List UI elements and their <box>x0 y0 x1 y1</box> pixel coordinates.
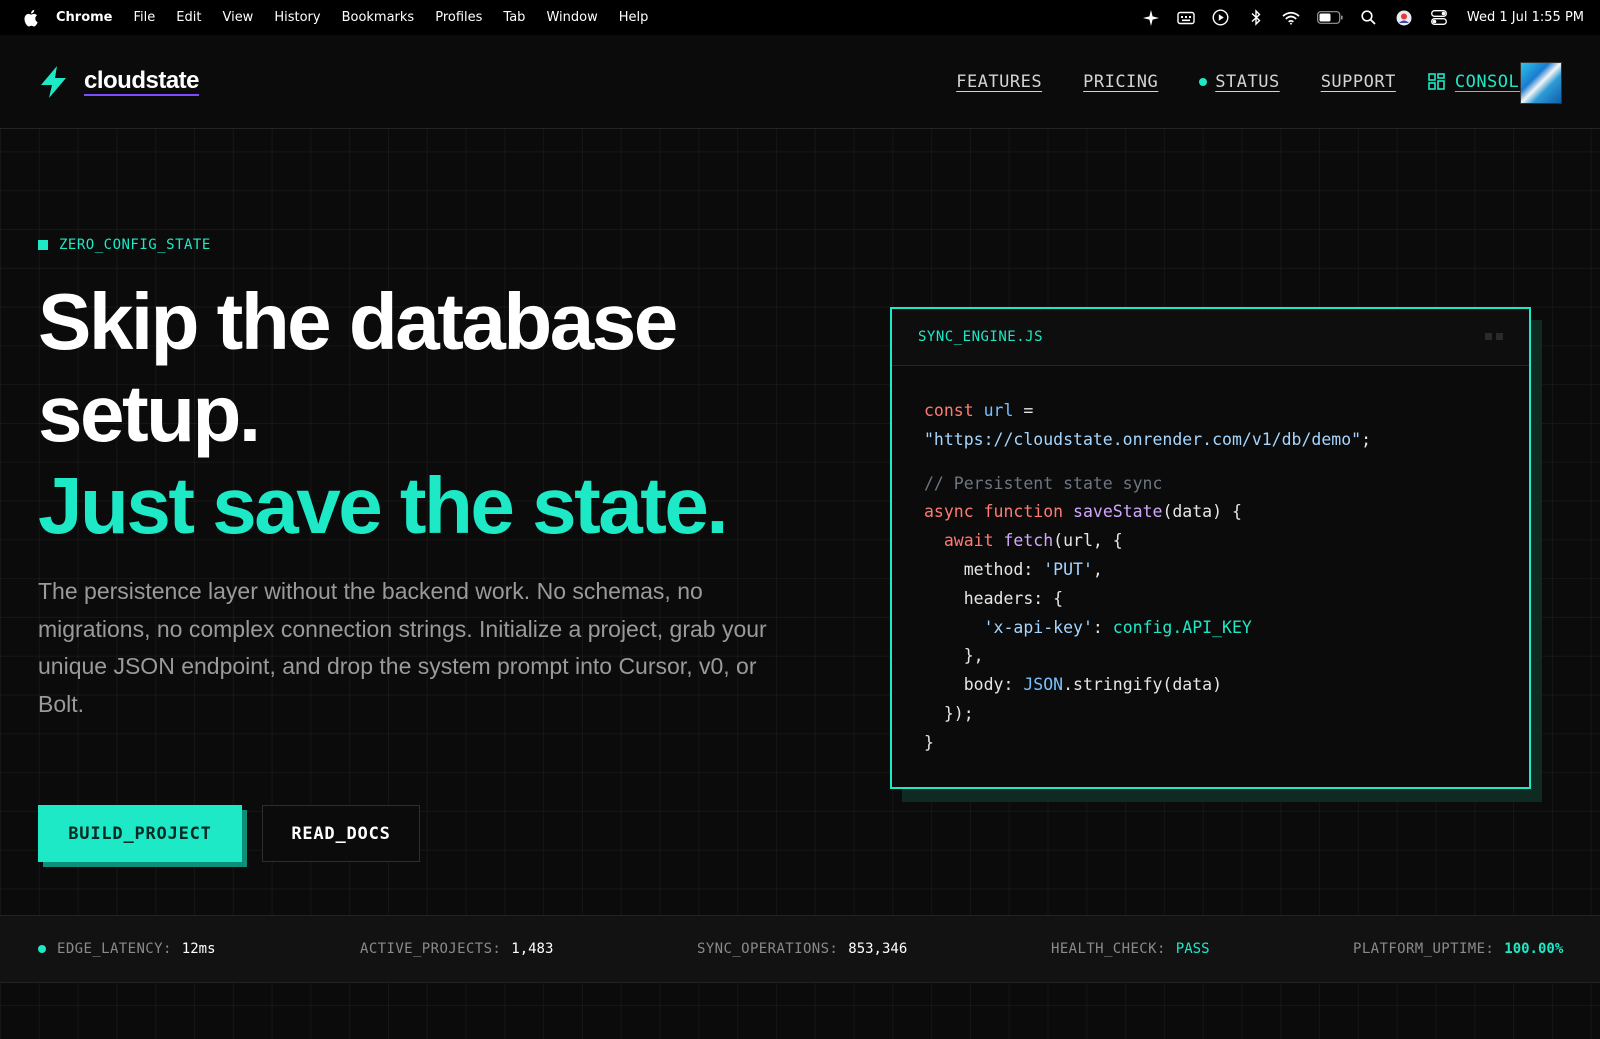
stat-health-check: HEALTH_CHECK: PASS <box>1051 941 1210 957</box>
read-docs-button[interactable]: READ_DOCS <box>262 805 420 862</box>
window-dots-icon <box>1485 333 1503 340</box>
keyboard-icon[interactable] <box>1177 9 1195 27</box>
control-center-icon[interactable] <box>1430 9 1448 27</box>
live-indicator-icon <box>38 945 46 953</box>
stat-value: 100.00% <box>1504 941 1564 957</box>
lightning-bolt-icon <box>41 66 66 98</box>
stat-label: EDGE_LATENCY: <box>57 941 172 957</box>
menu-window[interactable]: Window <box>546 10 597 25</box>
code-panel: SYNC_ENGINE.JS const url = "https://clou… <box>890 307 1531 789</box>
stat-label: HEALTH_CHECK: <box>1051 941 1166 957</box>
nav-console[interactable]: CONSOLE <box>1428 72 1530 92</box>
search-icon[interactable] <box>1360 9 1378 27</box>
stat-sync-operations: SYNC_OPERATIONS: 853,346 <box>697 941 907 957</box>
menu-profiles[interactable]: Profiles <box>435 10 482 25</box>
menu-file[interactable]: File <box>134 10 156 25</box>
stat-platform-uptime: PLATFORM_UPTIME: 100.00% <box>1353 941 1563 957</box>
hero-tag: ZERO_CONFIG_STATE <box>38 237 211 253</box>
menu-help[interactable]: Help <box>619 10 649 25</box>
code-snippet: const url = "https://cloudstate.onrender… <box>924 401 1372 752</box>
status-menus: Wed 1 Jul 1:55 PM <box>1142 0 1584 35</box>
stat-value: 1,483 <box>511 941 554 957</box>
nav-features[interactable]: FEATURES <box>956 72 1042 92</box>
nav-support[interactable]: SUPPORT <box>1321 72 1396 92</box>
menu-view[interactable]: View <box>222 10 253 25</box>
stat-active-projects: ACTIVE_PROJECTS: 1,483 <box>360 941 553 957</box>
nav-console-label: CONSOLE <box>1454 71 1530 92</box>
dashboard-grid-icon <box>1428 73 1445 90</box>
menu-history[interactable]: History <box>274 10 320 25</box>
hero-headline: Skip the database setup. Just save the s… <box>38 276 729 552</box>
tag-square-icon <box>38 240 48 250</box>
user-profile-icon[interactable] <box>1395 9 1413 27</box>
apple-menu-icon[interactable] <box>20 9 40 27</box>
play-icon[interactable] <box>1212 9 1230 27</box>
headline-line-2: setup. <box>38 369 261 458</box>
stats-bar: EDGE_LATENCY: 12ms ACTIVE_PROJECTS: 1,48… <box>0 915 1600 983</box>
code-filename: SYNC_ENGINE.JS <box>918 329 1044 345</box>
brand-logo[interactable]: cloudstate <box>38 65 200 99</box>
bluetooth-icon[interactable] <box>1247 9 1265 27</box>
build-project-button[interactable]: BUILD_PROJECT <box>38 805 242 862</box>
stat-edge-latency: EDGE_LATENCY: 12ms <box>38 941 216 957</box>
stat-label: PLATFORM_UPTIME: <box>1353 941 1495 957</box>
stat-value: 853,346 <box>848 941 908 957</box>
menu-edit[interactable]: Edit <box>176 10 201 25</box>
stat-value: PASS <box>1175 941 1210 957</box>
nav-pricing[interactable]: PRICING <box>1083 72 1158 92</box>
menu-bookmarks[interactable]: Bookmarks <box>342 10 415 25</box>
app-menu: Chrome File Edit View History Bookmarks … <box>56 10 669 25</box>
menubar-clock[interactable]: Wed 1 Jul 1:55 PM <box>1467 10 1584 25</box>
hero-description: The persistence layer without the backen… <box>38 578 767 717</box>
menu-app-chrome[interactable]: Chrome <box>56 10 113 25</box>
battery-icon[interactable] <box>1317 9 1343 27</box>
hero-tag-label: ZERO_CONFIG_STATE <box>59 237 211 253</box>
macos-menubar: Chrome File Edit View History Bookmarks … <box>0 0 1600 35</box>
nav-status[interactable]: STATUS <box>1199 72 1279 92</box>
user-avatar[interactable] <box>1520 62 1562 104</box>
stat-value: 12ms <box>181 941 216 957</box>
site-header: cloudstate FEATURES PRICING STATUS SUPPO… <box>0 35 1600 129</box>
brand-name: cloudstate <box>84 67 200 96</box>
stat-label: SYNC_OPERATIONS: <box>697 941 839 957</box>
menu-tab[interactable]: Tab <box>503 10 525 25</box>
headline-line-1: Skip the database <box>38 277 678 366</box>
main-nav: FEATURES PRICING STATUS SUPPORT CONSOLE <box>915 35 1530 128</box>
code-panel-header: SYNC_ENGINE.JS <box>892 309 1529 366</box>
sparkle-icon[interactable] <box>1142 9 1160 27</box>
nav-status-label: STATUS <box>1215 71 1280 92</box>
status-dot-icon <box>1199 77 1208 86</box>
wifi-icon[interactable] <box>1282 9 1300 27</box>
stat-label: ACTIVE_PROJECTS: <box>360 941 502 957</box>
headline-line-3: Just save the state. <box>38 461 729 550</box>
